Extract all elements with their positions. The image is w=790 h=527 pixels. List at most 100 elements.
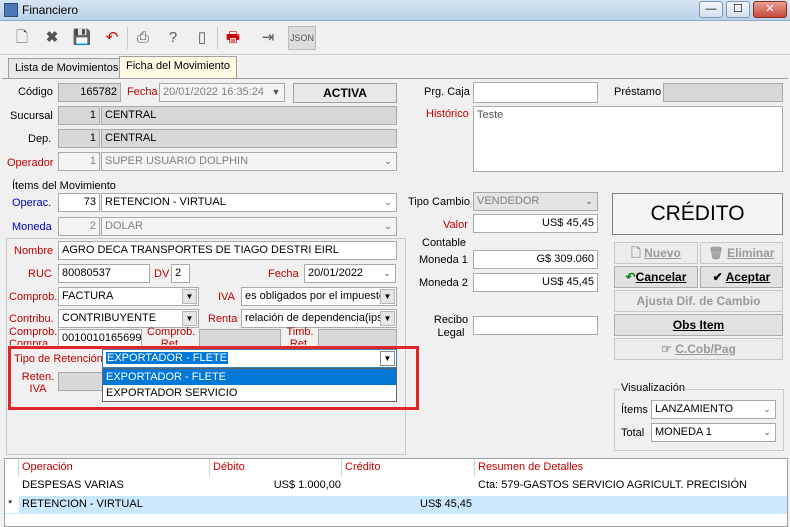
- renta-value: relación de dependencia(ips): [245, 312, 387, 324]
- renta-select[interactable]: relación de dependencia(ips) ▼: [241, 309, 397, 328]
- contable-label: Contable: [422, 237, 467, 249]
- moneda-num[interactable]: 2: [58, 217, 100, 236]
- cell-operacion: RETENCION - VIRTUAL: [22, 498, 143, 510]
- tab-lista-movimientos[interactable]: Lista de Movimientos: [8, 58, 126, 78]
- operador-field[interactable]: SUPER USUARIO DOLPHIN ⌄: [101, 152, 397, 171]
- maximize-button[interactable]: ☐: [726, 1, 750, 18]
- ccob-button[interactable]: ☞ C.Cob/Pag: [614, 338, 783, 360]
- ajusta-button[interactable]: Ajusta Dif. de Cambio: [614, 290, 783, 312]
- sucursal-label: Sucursal: [10, 110, 53, 122]
- iva-value: es obligados por el impuesto: [245, 290, 386, 302]
- items-value: LANZAMIENTO: [655, 403, 734, 415]
- chevron-down-icon[interactable]: ▼: [380, 289, 395, 304]
- help-icon[interactable]: ?: [161, 26, 185, 50]
- aceptar-button[interactable]: ✔ Aceptar: [700, 266, 783, 288]
- delete-icon[interactable]: ✖: [40, 26, 64, 50]
- chevron-down-icon[interactable]: ⌄: [581, 193, 597, 210]
- column-header[interactable]: Crédito: [342, 459, 475, 476]
- chevron-down-icon[interactable]: ⌄: [380, 194, 396, 211]
- credito-indicator: CRÉDITO: [612, 193, 783, 235]
- dropdown-option[interactable]: EXPORTADOR - FLETE: [103, 369, 396, 385]
- minimize-button[interactable]: —: [699, 1, 723, 18]
- dep-num[interactable]: 1: [58, 129, 100, 148]
- table-row[interactable]: * RETENCION - VIRTUAL US$ 45,45: [5, 496, 787, 514]
- row-marker: [5, 477, 19, 494]
- nombre-field[interactable]: AGRO DECA TRANSPORTES DE TIAGO DESTRI EI…: [58, 241, 397, 260]
- json-icon[interactable]: JSON: [288, 26, 316, 50]
- recibo-field[interactable]: [473, 316, 598, 335]
- chevron-down-icon[interactable]: ⌄: [379, 265, 395, 282]
- obs-item-button[interactable]: Obs Item: [614, 314, 783, 336]
- historico-label: Histórico: [426, 108, 469, 120]
- operac-num[interactable]: 73: [58, 193, 100, 212]
- iva-select[interactable]: es obligados por el impuesto ▼: [241, 287, 397, 306]
- cell-resumen: Cta: 579-GASTOS SERVICIO AGRICULT. PRECI…: [478, 479, 747, 491]
- chevron-down-icon[interactable]: ⌄: [759, 424, 775, 441]
- dv-label: DV: [154, 268, 170, 280]
- sucursal-field[interactable]: CENTRAL: [101, 106, 397, 125]
- eliminar-button[interactable]: 🗑 Eliminar: [700, 242, 783, 264]
- chevron-down-icon[interactable]: ▼: [380, 311, 395, 326]
- tab-ficha-movimiento[interactable]: Ficha del Movimiento: [119, 56, 237, 78]
- door-icon[interactable]: ▯: [190, 26, 214, 50]
- chevron-down-icon[interactable]: ▼: [268, 84, 284, 101]
- nuevo-label: Nuevo: [644, 246, 681, 260]
- prg-caja-field[interactable]: [473, 82, 598, 103]
- moneda-field[interactable]: DOLAR ⌄: [101, 217, 397, 236]
- sucursal-num[interactable]: 1: [58, 106, 100, 125]
- export-icon[interactable]: ⇥: [256, 26, 280, 50]
- table-row[interactable]: DESPESAS VARIAS US$ 1.000,00 Cta: 579-GA…: [5, 477, 787, 494]
- cancelar-button[interactable]: ↶Cancelar: [614, 266, 698, 288]
- valor-field[interactable]: US$ 45,45: [473, 214, 598, 233]
- nombre-label: Nombre: [14, 245, 54, 257]
- save-icon[interactable]: 💾: [70, 26, 94, 50]
- total-select[interactable]: MONEDA 1 ⌄: [651, 423, 776, 442]
- tipo-cambio-label: Tipo Cambio: [408, 196, 470, 208]
- ruc-field[interactable]: 80080537: [58, 264, 150, 283]
- chevron-down-icon[interactable]: ▼: [380, 351, 395, 366]
- column-header[interactable]: Operación: [19, 459, 210, 476]
- dv-field[interactable]: 2: [171, 264, 190, 283]
- moneda-label: Moneda: [12, 221, 52, 233]
- iva-label: IVA: [218, 291, 235, 303]
- items-select[interactable]: LANZAMIENTO ⌄: [651, 400, 776, 419]
- column-header[interactable]: Resumen de Detalles: [475, 459, 787, 476]
- prestamo-field[interactable]: [663, 83, 783, 102]
- recibo-label: Recibo Legal: [433, 314, 469, 339]
- new-icon[interactable]: 🗋: [10, 26, 34, 50]
- reten-iva-field[interactable]: [58, 372, 104, 391]
- chevron-down-icon[interactable]: ▼: [182, 311, 197, 326]
- column-header[interactable]: Débito: [210, 459, 342, 476]
- close-button[interactable]: ✕: [753, 1, 787, 18]
- chevron-down-icon[interactable]: ▼: [182, 289, 197, 304]
- fecha-field[interactable]: 20/01/2022 16:35:24 ▼: [159, 83, 285, 102]
- comprob-select[interactable]: FACTURA ▼: [58, 287, 199, 306]
- tipo-cambio-field[interactable]: VENDEDOR ⌄: [473, 192, 598, 211]
- operac-field[interactable]: RETENCION - VIRTUAL ⌄: [101, 193, 397, 212]
- tipo-ret-select[interactable]: EXPORTADOR - FLETE ▼: [102, 349, 397, 368]
- chevron-down-icon[interactable]: ⌄: [380, 153, 396, 170]
- check-icon: ✔: [712, 270, 726, 284]
- nuevo-button[interactable]: 🗋 Nuevo: [614, 242, 698, 264]
- dropdown-option[interactable]: EXPORTADOR SERVICIO: [103, 385, 396, 401]
- comprob-ret-label: Comprob. Ret.: [147, 326, 195, 345]
- valor-label: Valor: [443, 219, 468, 231]
- items-label: Ítems: [621, 404, 648, 416]
- codigo-field[interactable]: 165782: [58, 83, 121, 102]
- historico-textarea[interactable]: Teste: [473, 106, 783, 172]
- contrib-label: Contribu.: [9, 313, 54, 325]
- moneda2-field[interactable]: US$ 45,45: [473, 273, 598, 292]
- printer-red-icon[interactable]: 🖶: [221, 26, 245, 50]
- undo-icon[interactable]: ↶: [100, 26, 124, 50]
- operador-num[interactable]: 1: [58, 152, 100, 171]
- visualizacion-title: Visualización: [620, 382, 687, 394]
- dep-field[interactable]: CENTRAL: [101, 129, 397, 148]
- tipo-cambio-value: VENDEDOR: [477, 195, 540, 207]
- chevron-down-icon[interactable]: ⌄: [380, 218, 396, 235]
- chevron-down-icon[interactable]: ⌄: [759, 401, 775, 418]
- detail-fecha-field[interactable]: 20/01/2022 ⌄: [304, 264, 396, 283]
- print-icon[interactable]: ⎙: [131, 26, 155, 50]
- hand-icon: ☞: [661, 342, 676, 356]
- moneda1-field[interactable]: G$ 309.060: [473, 250, 598, 269]
- prestamo-label: Préstamo: [614, 86, 662, 98]
